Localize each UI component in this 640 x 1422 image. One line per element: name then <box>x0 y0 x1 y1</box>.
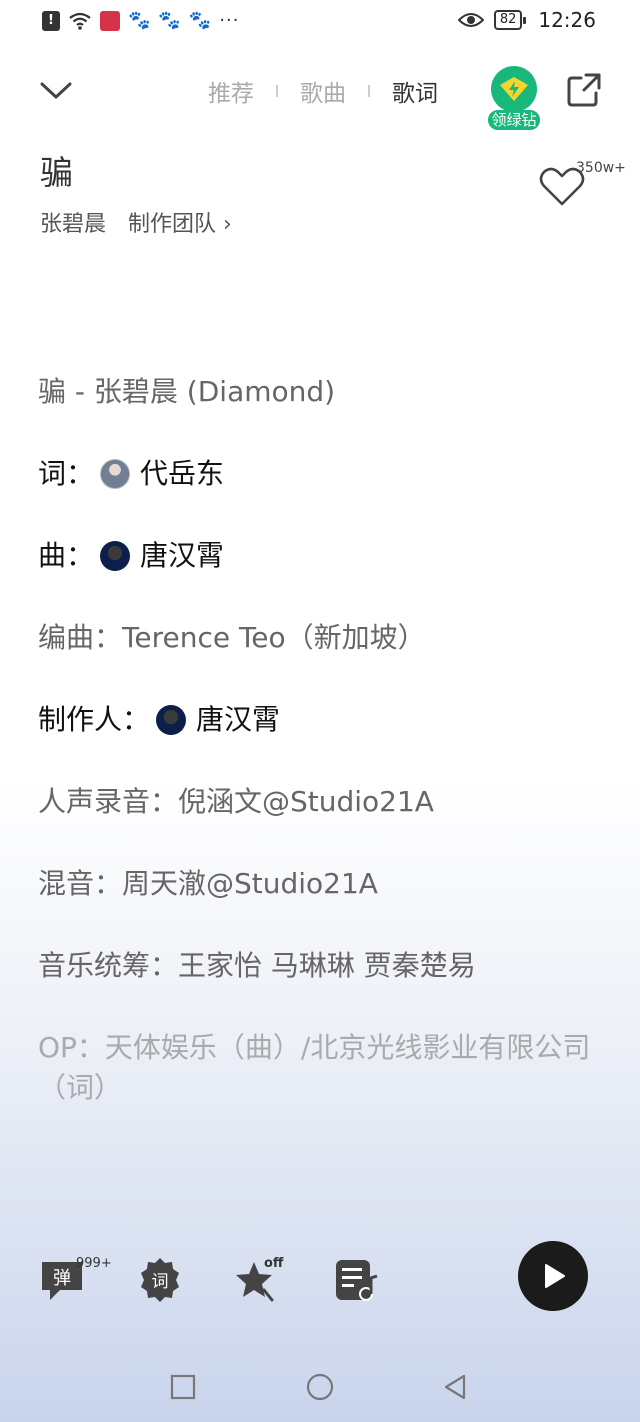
vip-label: 领绿钻 <box>488 110 540 130</box>
baidu-paw-icon: 🐾 <box>128 9 151 31</box>
battery-indicator: 82 <box>493 10 526 30</box>
song-title: 骗 <box>40 153 73 192</box>
lyrics-panel: 骗 - 张碧晨 (Diamond) 词： 代岳东 曲： 唐汉霄 编曲：Teren… <box>38 372 598 1108</box>
tab-lyrics[interactable]: 歌词 <box>392 74 438 108</box>
like-count: 350w+ <box>576 160 626 176</box>
baidu-paw-icon: 🐾 <box>158 9 181 31</box>
baidu-paw-icon: 🐾 <box>188 9 212 31</box>
avatar[interactable] <box>100 541 131 571</box>
chevron-down-icon[interactable] <box>38 72 74 108</box>
tab-divider <box>368 85 370 97</box>
system-navigation-bar <box>0 1362 640 1412</box>
lightning-icon <box>491 66 537 112</box>
home-icon[interactable] <box>305 1372 335 1402</box>
production-team-link[interactable]: 制作团队 › <box>128 206 232 238</box>
tab-divider <box>276 85 278 97</box>
status-bar: ! 🐾 🐾 🐾 ··· 82 12:26 <box>0 0 640 44</box>
wifi-icon <box>69 12 91 30</box>
danmaku-count: 999+ <box>76 1256 112 1271</box>
top-nav: 推荐 歌曲 歌词 领绿钻 <box>0 60 640 130</box>
more-notifications-icon: ··· <box>219 10 240 31</box>
book-app-icon <box>100 10 120 31</box>
share-icon[interactable] <box>564 70 604 110</box>
clock: 12:26 <box>538 8 596 32</box>
lyric-line: 骗 - 张碧晨 (Diamond) <box>38 375 336 408</box>
back-triangle-icon[interactable] <box>440 1372 470 1402</box>
star-off-label: off <box>264 1256 284 1271</box>
lyric-line: 音乐统筹：王家怡 马琳琳 贾秦楚易 <box>38 949 476 982</box>
svg-text:词: 词 <box>152 1272 169 1292</box>
lyric-line: OP：天体娱乐（曲）/北京光线影业有限公司（词） <box>38 1031 591 1104</box>
playlist-lyrics-icon[interactable] <box>332 1256 380 1304</box>
artist-row: 张碧晨 制作团队 › <box>40 206 232 238</box>
play-button[interactable] <box>518 1241 588 1311</box>
player-controls: 弹 999+ 词 off <box>0 1238 640 1318</box>
lyric-line: 曲： 唐汉霄 <box>38 539 225 572</box>
lyric-line: 词： 代岳东 <box>38 457 225 490</box>
recent-apps-icon[interactable] <box>168 1372 198 1402</box>
artist-name[interactable]: 张碧晨 <box>40 206 106 238</box>
lyric-line: 制作人： 唐汉霄 <box>38 703 281 736</box>
tab-bar: 推荐 歌曲 歌词 <box>208 74 438 108</box>
svg-text:弹: 弹 <box>53 1268 71 1289</box>
eye-icon <box>457 13 484 27</box>
tab-recommend[interactable]: 推荐 <box>208 74 254 108</box>
avatar[interactable] <box>100 459 131 489</box>
lyric-line: 人声录音：倪涵文@Studio21A <box>38 785 434 818</box>
play-icon <box>545 1264 565 1288</box>
alert-icon: ! <box>42 10 60 31</box>
lyric-line: 混音：周天澈@Studio21A <box>38 867 378 900</box>
avatar[interactable] <box>156 705 187 735</box>
lyric-badge-icon[interactable]: 词 <box>136 1256 184 1304</box>
tab-song[interactable]: 歌曲 <box>300 74 346 108</box>
lyric-line: 编曲：Terence Teo（新加坡） <box>38 621 426 654</box>
vip-green-diamond-button[interactable]: 领绿钻 <box>488 66 540 130</box>
